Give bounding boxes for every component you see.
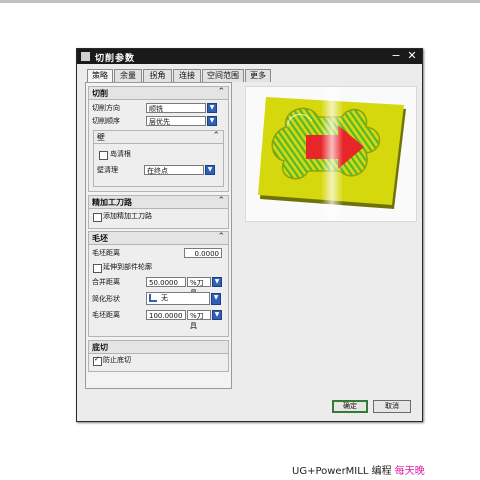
dialog-icon xyxy=(81,52,90,61)
undercut-header[interactable]: 底切 xyxy=(89,341,228,354)
dropdown-arrow-icon[interactable]: ▼ xyxy=(205,165,215,175)
title-bar: 切削参数 − ✕ xyxy=(77,49,422,64)
cut-order-label: 切削顺序 xyxy=(92,117,120,125)
wall-subsection-title: 壁 xyxy=(97,133,105,142)
undercut-title: 底切 xyxy=(92,343,108,352)
dropdown-arrow-icon[interactable]: ▼ xyxy=(207,103,217,113)
minimize-icon[interactable]: − xyxy=(390,50,402,62)
cut-parameters-dialog: 切削参数 − ✕ 策略 余量 拐角 连接 空间范围 更多 切削 ⌃ 切削方向 顺… xyxy=(76,48,423,422)
prevent-undercut-checkbox[interactable] xyxy=(93,355,102,366)
add-finish-pass-checkbox[interactable] xyxy=(93,213,102,222)
merge-distance-input[interactable]: 50.0000 xyxy=(146,277,186,287)
merge-distance-unit[interactable]: %刀具 xyxy=(187,277,211,297)
caption-brand: UG+PowerMILL 编程 xyxy=(292,466,392,477)
chevron-up-icon[interactable]: ⌃ xyxy=(217,232,225,242)
dropdown-arrow-icon[interactable]: ▼ xyxy=(212,310,222,320)
finish-pass-header[interactable]: 精加工刀路 ⌃ xyxy=(89,196,228,209)
preview-illustration xyxy=(258,87,406,221)
caption-highlight: 每天晚 xyxy=(394,466,425,477)
cut-section: 切削 ⌃ 切削方向 顺铣 ▼ 切削顺序 层优先 ▼ 壁 ⌃ 岛清根 壁清理 在终… xyxy=(88,86,229,192)
ok-button[interactable]: 确定 xyxy=(332,400,368,413)
tab-corners[interactable]: 拐角 xyxy=(143,69,172,82)
dropdown-arrow-icon[interactable]: ▼ xyxy=(211,293,221,305)
cut-section-header[interactable]: 切削 ⌃ xyxy=(89,87,228,100)
undercut-section: 底切 防止底切 xyxy=(88,340,229,372)
watermark-caption: UG+PowerMILL 编程 每天晚 xyxy=(292,462,425,477)
prevent-undercut-label: 防止底切 xyxy=(103,356,131,364)
cut-direction-select[interactable]: 顺铣 xyxy=(146,103,206,113)
min-cut-length-label: 毛坯距离 xyxy=(92,311,120,319)
merge-distance-label: 合并距离 xyxy=(92,278,120,286)
island-cleanup-checkbox[interactable] xyxy=(99,151,108,160)
dropdown-arrow-icon[interactable]: ▼ xyxy=(212,277,222,287)
strategy-preview-image xyxy=(245,86,417,222)
blank-section-header[interactable]: 毛坯 ⌃ xyxy=(89,232,228,245)
cut-section-title: 切削 xyxy=(92,89,108,98)
tab-connections[interactable]: 连接 xyxy=(173,69,201,82)
extend-to-part-checkbox[interactable] xyxy=(93,264,102,273)
tab-strategy[interactable]: 策略 xyxy=(87,69,113,83)
simplify-shape-label: 简化形状 xyxy=(92,295,120,303)
finish-pass-section: 精加工刀路 ⌃ 添加精加工刀路 xyxy=(88,195,229,229)
chevron-up-icon[interactable]: ⌃ xyxy=(212,131,220,141)
strategy-panel: 切削 ⌃ 切削方向 顺铣 ▼ 切削顺序 层优先 ▼ 壁 ⌃ 岛清根 壁清理 在终… xyxy=(85,82,232,389)
blank-distance-label: 毛坯距离 xyxy=(92,249,120,257)
min-cut-length-unit[interactable]: %刀具 xyxy=(187,310,211,330)
dialog-title: 切削参数 xyxy=(95,54,136,64)
dropdown-arrow-icon[interactable]: ▼ xyxy=(207,116,217,126)
blank-section: 毛坯 ⌃ 毛坯距离 0.0000 延伸到部件轮廓 合并距离 50.0000 %刀… xyxy=(88,231,229,337)
top-divider xyxy=(0,0,480,3)
wall-subsection-header[interactable]: 壁 ⌃ xyxy=(94,131,223,144)
cancel-button[interactable]: 取消 xyxy=(373,400,411,413)
blank-section-title: 毛坯 xyxy=(92,234,108,243)
wall-cleanup-select[interactable]: 在终点 xyxy=(144,165,204,175)
tab-more[interactable]: 更多 xyxy=(245,69,271,82)
simplify-shape-icon xyxy=(149,294,157,302)
tab-stock[interactable]: 余量 xyxy=(114,69,142,82)
wall-subsection: 壁 ⌃ 岛清根 壁清理 在终点 ▼ xyxy=(93,130,224,187)
close-icon[interactable]: ✕ xyxy=(406,50,418,62)
chevron-up-icon[interactable]: ⌃ xyxy=(217,87,225,97)
add-finish-pass-label: 添加精加工刀路 xyxy=(103,212,152,220)
cut-order-select[interactable]: 层优先 xyxy=(146,116,206,126)
extend-to-part-label: 延伸到部件轮廓 xyxy=(103,263,152,271)
light-beam xyxy=(321,87,343,221)
wall-cleanup-label: 壁清理 xyxy=(97,166,118,174)
cut-direction-label: 切削方向 xyxy=(92,104,120,112)
chevron-up-icon[interactable]: ⌃ xyxy=(217,196,225,206)
finish-pass-title: 精加工刀路 xyxy=(92,198,132,207)
island-cleanup-label: 岛清根 xyxy=(110,150,131,158)
tab-containment[interactable]: 空间范围 xyxy=(202,69,244,82)
blank-distance-input[interactable]: 0.0000 xyxy=(184,248,222,258)
min-cut-length-input[interactable]: 100.0000 xyxy=(146,310,186,320)
